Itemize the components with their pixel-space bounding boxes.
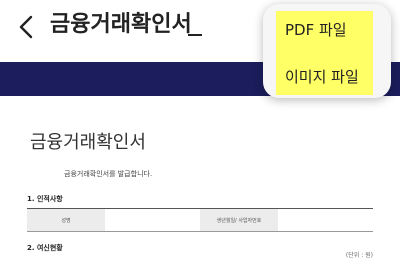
personal-info-table: 성명 생년월일/ 사업자번호: [27, 208, 373, 232]
section-personal-info: 1. 인적사항: [27, 195, 63, 203]
file-type-popup: PDF 파일 이미지 파일: [263, 4, 391, 98]
image-file-option[interactable]: 이미지 파일: [285, 66, 359, 87]
pdf-file-option[interactable]: PDF 파일: [285, 19, 347, 40]
document-title: 금융거래확인서: [30, 132, 146, 153]
text-cursor: [188, 34, 202, 36]
document-intro: 금융거래확인서를 발급합니다.: [64, 170, 153, 178]
unit-label: (단위 : 원): [345, 252, 373, 259]
back-arrow-icon[interactable]: [14, 12, 38, 42]
table-value-name: [105, 209, 200, 231]
table-label-birth: 생년월일/ 사업자번호: [200, 209, 278, 231]
section-loan-status: 2. 여신현황: [27, 244, 63, 252]
table-label-name: 성명: [27, 209, 105, 231]
page-title: 금융거래확인서: [50, 12, 192, 37]
table-value-birth: [278, 209, 373, 231]
